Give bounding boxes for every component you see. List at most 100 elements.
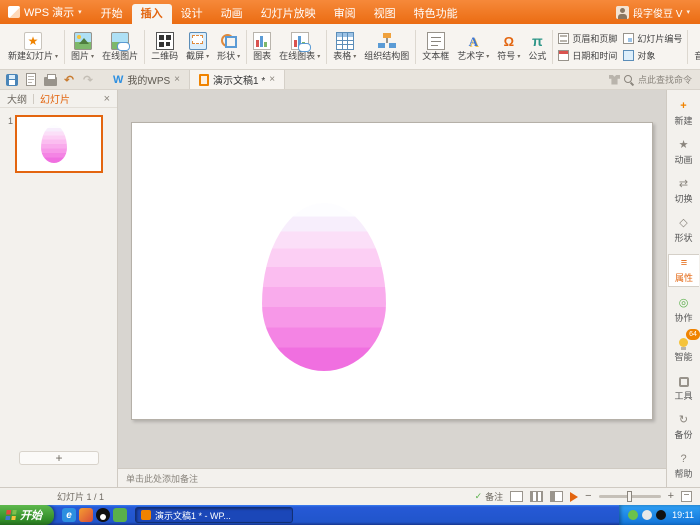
slide-1-canvas[interactable] [131, 122, 653, 420]
ribbon-qr-code-button[interactable]: 二维码 [147, 26, 182, 68]
properties-icon: ≡ [681, 257, 687, 270]
ribbon-screenshot-button[interactable]: 截屏▾ [182, 26, 213, 68]
notes-toggle[interactable]: ✓ 备注 [475, 490, 504, 503]
slide-sorter-view-button[interactable] [530, 491, 543, 502]
document-tab-presentation1[interactable]: 演示文稿1 * × [189, 70, 285, 89]
close-icon[interactable]: × [104, 93, 110, 105]
menu-tab-design[interactable]: 设计 [172, 4, 212, 24]
menu-tab-animation[interactable]: 动画 [212, 4, 252, 24]
normal-view-button[interactable] [510, 491, 523, 502]
panel-tab-slides[interactable]: 幻灯片 [40, 91, 70, 106]
ribbon-header-footer-button[interactable]: 页眉和页脚 [558, 32, 617, 45]
add-slide-button[interactable]: + [19, 451, 99, 465]
menu-tab-review[interactable]: 审阅 [325, 4, 365, 24]
zoom-out-button[interactable]: − [585, 491, 591, 502]
ribbon-new-slide-button[interactable]: ★ 新建幻灯片▾ [4, 26, 62, 68]
undo-icon: ↶ [64, 74, 74, 86]
menu-tab-insert[interactable]: 插入 [132, 4, 172, 24]
ribbon-formula-button[interactable]: π 公式 [524, 26, 550, 68]
sidebar-item-tools[interactable]: 工具 [668, 373, 699, 404]
zoom-in-button[interactable]: + [668, 491, 674, 502]
ribbon-online-chart-button[interactable]: 在线图表▾ [275, 26, 324, 68]
slide-number-label: 幻灯片编号 [637, 32, 682, 45]
system-tray: 19:11 [619, 505, 700, 525]
button-label-row: 符号▾ [497, 52, 520, 61]
ribbon-org-chart-button[interactable]: 组织结构图 [360, 26, 413, 68]
redo-icon: ↷ [83, 74, 93, 86]
close-icon[interactable]: × [269, 74, 275, 85]
button-label-row: 图片▾ [71, 52, 94, 61]
reading-view-button[interactable] [550, 491, 563, 502]
ribbon-picture-button[interactable]: 图片▾ [67, 26, 98, 68]
chevron-down-icon: ▾ [686, 8, 690, 16]
sidebar-item-collaborate[interactable]: ◎ 协作 [668, 295, 699, 326]
save-button[interactable] [4, 72, 20, 88]
skin-icon[interactable] [609, 75, 620, 85]
sidebar-item-animation[interactable]: ★ 动画 [668, 137, 699, 168]
ie-letter: e [66, 510, 72, 521]
sidebar-item-new[interactable]: + 新建 [668, 98, 699, 129]
tray-icon-green[interactable] [628, 510, 638, 520]
quick-launch-icon[interactable] [113, 508, 127, 522]
backup-icon: ↻ [679, 414, 688, 427]
sidebar-item-shape[interactable]: ◇ 形状 [668, 215, 699, 246]
slide-1-thumbnail[interactable] [15, 115, 103, 173]
sidebar-item-backup[interactable]: ↻ 备份 [668, 412, 699, 443]
help-icon: ? [680, 453, 686, 466]
zoom-slider-handle[interactable] [627, 491, 632, 502]
task-label: 演示文稿1 * - WP... [155, 509, 231, 522]
button-label-row: 图表 [253, 52, 271, 61]
document-tab-wps-home[interactable]: W 我的WPS × [104, 70, 189, 89]
taskbar-task-presentation1[interactable]: 演示文稿1 * - WP... [135, 507, 293, 523]
ribbon-online-picture-button[interactable]: 在线图片 [98, 26, 142, 68]
app-logo[interactable]: WPS 演示 ▾ [0, 0, 90, 24]
tab-label: 我的WPS [127, 72, 170, 87]
panel-tab-outline[interactable]: 大纲 [7, 91, 27, 106]
slideshow-play-button[interactable] [570, 492, 578, 502]
audio-label: 音频 [694, 52, 700, 61]
undo-button[interactable]: ↶ [61, 72, 77, 88]
menu-tab-view[interactable]: 视图 [365, 4, 405, 24]
tray-icon-qq[interactable] [656, 510, 666, 520]
export-button[interactable] [23, 72, 39, 88]
close-icon[interactable]: × [174, 74, 180, 85]
sidebar-item-smart[interactable]: 64 智能 [668, 334, 699, 365]
ribbon-audio-button[interactable]: ♪ 音频▾ [690, 26, 700, 68]
redo-button[interactable]: ↷ [80, 72, 96, 88]
ribbon-object-button[interactable]: 对象 [623, 49, 682, 62]
ribbon-chart-button[interactable]: 图表 [249, 26, 275, 68]
ribbon-symbol-button[interactable]: Ω 符号▾ [493, 26, 524, 68]
dropdown-caret-icon: ▾ [317, 54, 320, 60]
header-footer-label: 页眉和页脚 [572, 32, 617, 45]
sidebar-item-help[interactable]: ? 帮助 [668, 451, 699, 482]
print-button[interactable] [42, 72, 58, 88]
fit-slide-button[interactable] [681, 491, 692, 502]
media-player-icon[interactable] [79, 508, 93, 522]
ribbon-word-art-button[interactable]: A 艺术字▾ [453, 26, 493, 68]
tray-icon-light[interactable] [642, 510, 652, 520]
menu-tab-special-features[interactable]: 特色功能 [405, 4, 467, 24]
shapes-icon [220, 32, 238, 50]
editing-canvas[interactable] [118, 90, 666, 468]
ribbon-shapes-button[interactable]: 形状▾ [213, 26, 244, 68]
menu-tab-slideshow[interactable]: 幻灯片放映 [252, 4, 325, 24]
qr-code-label: 二维码 [151, 52, 178, 61]
start-button[interactable]: 开始 [0, 505, 54, 525]
ribbon-table-button[interactable]: 表格▾ [329, 26, 360, 68]
command-search[interactable]: 点此查找命令 [609, 73, 696, 86]
egg-shape[interactable] [262, 203, 386, 371]
notes-area[interactable]: 单击此处添加备注 [118, 468, 666, 487]
sidebar-item-transition[interactable]: ⇄ 切换 [668, 176, 699, 207]
wps-logo-icon [8, 6, 20, 18]
sidebar-item-properties[interactable]: ≡ 属性 [668, 254, 699, 287]
user-account[interactable]: 段字俊豆 V ▾ [616, 5, 700, 20]
start-label: 开始 [20, 507, 42, 523]
ribbon-date-time-button[interactable]: 日期和时间 [558, 49, 617, 62]
qq-icon[interactable] [96, 508, 110, 522]
button-label-row: 组织结构图 [364, 52, 409, 61]
ribbon-text-box-button[interactable]: 文本框 [418, 26, 453, 68]
internet-explorer-icon[interactable]: e [62, 508, 76, 522]
ribbon-slide-number-button[interactable]: 幻灯片编号 [623, 32, 682, 45]
zoom-slider[interactable] [599, 495, 661, 498]
menu-tab-home[interactable]: 开始 [92, 4, 132, 24]
